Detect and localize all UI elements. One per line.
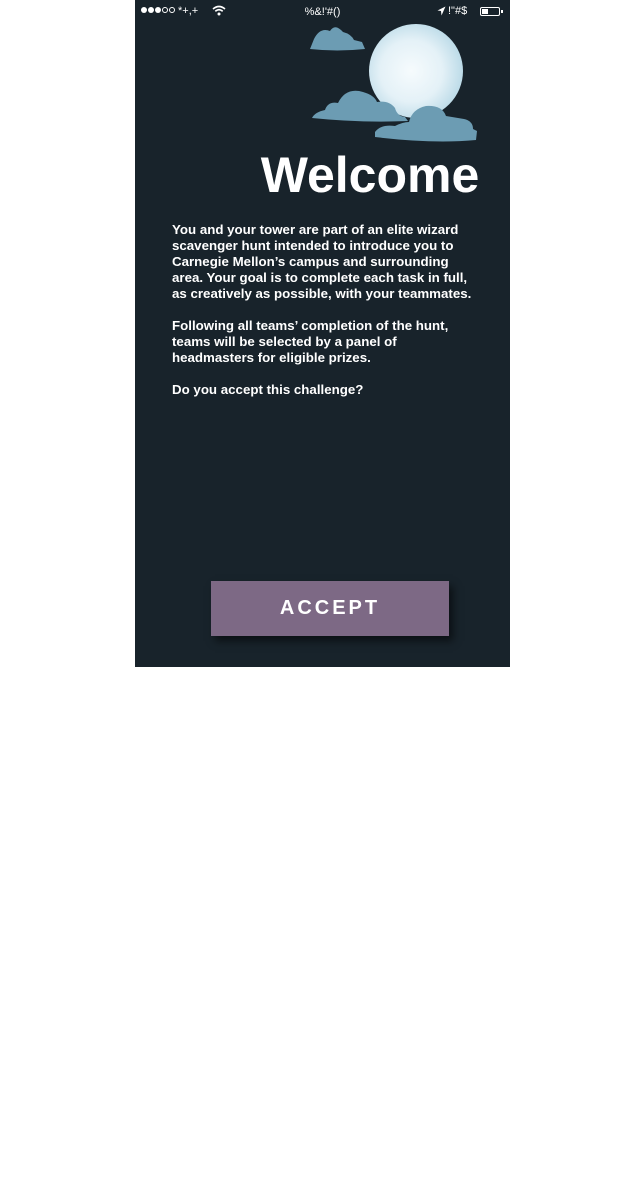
cloud-icon — [310, 27, 365, 51]
prizes-paragraph: Following all teams’ completion of the h… — [172, 318, 449, 365]
page-title: Welcome — [260, 147, 480, 203]
battery-icon — [480, 7, 500, 16]
accept-button[interactable]: ACCEPT — [211, 581, 449, 636]
welcome-message: You and your tower are part of an elite … — [172, 222, 482, 414]
location-arrow-icon — [437, 6, 446, 16]
challenge-question: Do you accept this challenge? — [172, 382, 364, 397]
battery-level-fill — [482, 9, 488, 14]
moon-and-clouds-illustration — [310, 24, 477, 142]
battery-percentage: !"#$ — [448, 5, 468, 17]
intro-paragraph: You and your tower are part of an elite … — [172, 222, 472, 301]
battery-terminal — [501, 10, 503, 13]
phone-screen: *+,+ %&!'#() !"#$ Welcome You and your t… — [135, 0, 510, 667]
